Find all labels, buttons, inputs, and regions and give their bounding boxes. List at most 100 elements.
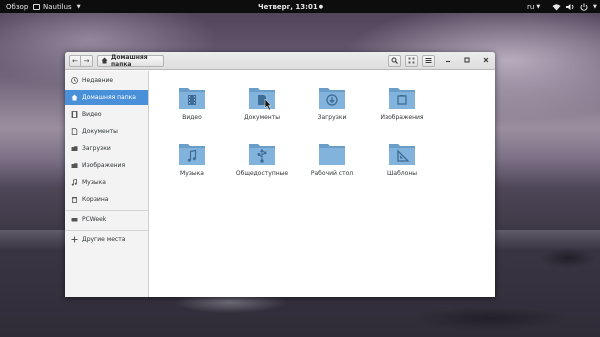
sidebar-item-label: Видео	[82, 111, 102, 118]
activities-button[interactable]: Обзор	[6, 0, 28, 13]
maximize-button[interactable]	[461, 55, 473, 67]
sidebar-item-documents[interactable]: Документы	[65, 124, 148, 139]
app-icon	[33, 3, 40, 10]
clock-label: Четверг, 13:01	[258, 2, 318, 11]
forward-button[interactable]: →	[81, 55, 93, 67]
sidebar-item-label: Другие места	[82, 236, 126, 243]
sidebar-item-label: Изображения	[82, 162, 126, 169]
folder-item-documents[interactable]: Документы	[234, 84, 290, 134]
plus-icon	[70, 236, 78, 244]
language-indicator[interactable]: ru ▼	[527, 0, 540, 13]
volume-icon	[566, 3, 575, 11]
image-icon	[70, 162, 78, 170]
folder-item-music[interactable]: Музыка	[164, 140, 220, 190]
sidebar-item-label: Музыка	[82, 179, 106, 186]
folder-icon	[389, 88, 415, 109]
music-icon	[70, 179, 78, 187]
file-manager-window: ← → Домашняя папка Недавние Домашняя пап…	[65, 52, 495, 297]
sidebar-item-pcweek[interactable]: PCWeek	[65, 212, 148, 227]
home-icon	[101, 57, 108, 66]
sidebar-divider	[65, 210, 148, 211]
video-icon	[70, 111, 78, 119]
folder-item-videos[interactable]: Видео	[164, 84, 220, 134]
drive-icon	[70, 216, 78, 224]
sidebar-item-music[interactable]: Музыка	[65, 175, 148, 190]
top-bar: Обзор Nautilus ▼ Четверг, 13:01 ● ru ▼ ▼	[0, 0, 600, 13]
document-icon	[70, 128, 78, 136]
search-icon	[391, 57, 398, 66]
folder-label: Документы	[244, 114, 280, 121]
arrow-right-icon: →	[83, 57, 90, 65]
sidebar-item-trash[interactable]: Корзина	[65, 192, 148, 207]
folder-label: Изображения	[380, 114, 424, 121]
view-grid-icon	[408, 57, 415, 66]
folder-label: Музыка	[180, 170, 204, 177]
folder-label: Рабочий стол	[310, 170, 354, 177]
sidebar-item-home[interactable]: Домашняя папка	[65, 90, 148, 105]
folder-icon	[249, 88, 275, 111]
status-menu[interactable]: ▼	[552, 0, 597, 13]
sidebar-item-label: Корзина	[82, 196, 109, 203]
sidebar-item-other-locations[interactable]: Другие места	[65, 232, 148, 247]
clock-indicator: ●	[318, 3, 324, 10]
sidebar-divider	[65, 230, 148, 231]
folder-icon	[319, 88, 345, 109]
download-icon	[70, 145, 78, 153]
folder-icon	[319, 144, 345, 165]
clock[interactable]: Четверг, 13:01 ●	[258, 0, 323, 13]
maximize-icon	[464, 57, 470, 65]
folder-item-templates[interactable]: Шаблоны	[374, 140, 430, 190]
folder-label: Загрузки	[317, 114, 347, 121]
minimize-icon	[445, 57, 451, 65]
folder-item-public[interactable]: Общедоступные	[234, 140, 290, 190]
folder-view: Видео Документы Загрузки Изображения Муз…	[150, 71, 495, 297]
folder-icon	[389, 144, 415, 165]
power-icon	[580, 3, 588, 11]
app-menu[interactable]: Nautilus ▼	[33, 0, 81, 13]
wallpaper-shore	[380, 300, 600, 337]
sidebar-item-videos[interactable]: Видео	[65, 107, 148, 122]
film-icon	[188, 95, 196, 105]
sidebar-item-recent[interactable]: Недавние	[65, 73, 148, 88]
folder-item-desktop[interactable]: Рабочий стол	[304, 140, 360, 190]
header-bar: ← → Домашняя папка	[65, 52, 495, 70]
sidebar-item-label: Документы	[82, 128, 118, 135]
search-button[interactable]	[388, 55, 401, 67]
folder-label: Видео	[182, 114, 202, 121]
home-icon	[70, 94, 78, 102]
chevron-down-icon: ▼	[536, 3, 541, 10]
activities-label: Обзор	[6, 2, 29, 11]
trash-icon	[70, 196, 78, 204]
sidebar-item-downloads[interactable]: Загрузки	[65, 141, 148, 156]
folder-label: Шаблоны	[387, 170, 417, 177]
sidebar: Недавние Домашняя папка Видео Документы …	[65, 71, 149, 297]
view-mode-button[interactable]	[405, 55, 418, 67]
folder-label: Общедоступные	[235, 170, 289, 177]
minimize-button[interactable]	[442, 55, 454, 67]
folder-icon	[249, 144, 275, 165]
menu-icon	[425, 57, 432, 66]
wallpaper-rock	[520, 240, 600, 270]
folder-item-images[interactable]: Изображения	[374, 84, 430, 134]
folder-icon	[179, 88, 205, 109]
sidebar-item-label: Домашняя папка	[82, 94, 136, 101]
app-name: Nautilus	[43, 2, 72, 11]
sidebar-item-label: Загрузки	[82, 145, 111, 152]
clock-icon	[70, 77, 78, 85]
folder-icon	[179, 144, 205, 165]
wifi-icon	[552, 3, 561, 11]
sidebar-item-label: Недавние	[82, 77, 114, 84]
menu-button[interactable]	[422, 55, 435, 67]
close-icon	[483, 57, 489, 65]
back-button[interactable]: ←	[69, 55, 81, 67]
chevron-down-icon: ▼	[76, 3, 81, 10]
sidebar-item-label: PCWeek	[82, 216, 107, 223]
close-button[interactable]	[480, 55, 492, 67]
arrow-left-icon: ←	[72, 57, 78, 65]
chevron-down-icon: ▼	[593, 3, 597, 10]
path-bar-home[interactable]: Домашняя папка	[97, 54, 164, 68]
sidebar-item-images[interactable]: Изображения	[65, 158, 148, 173]
path-label: Домашняя папка	[111, 54, 148, 68]
folder-item-downloads[interactable]: Загрузки	[304, 84, 360, 134]
language-label: ru	[527, 2, 535, 11]
